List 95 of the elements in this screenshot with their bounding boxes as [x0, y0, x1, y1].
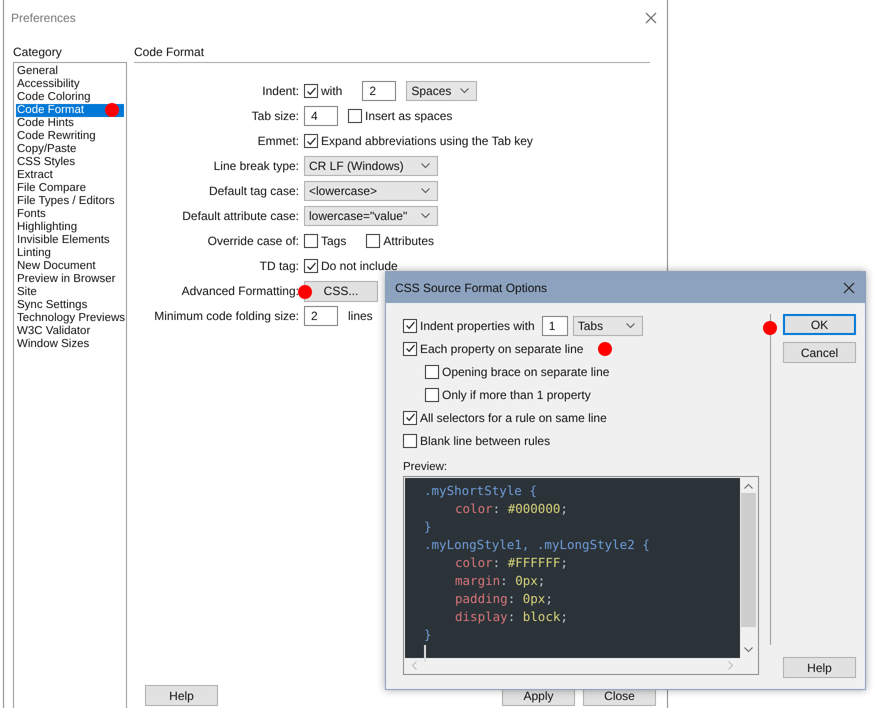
field-label: Emmet:	[256, 134, 299, 148]
section-title: Code Format	[134, 45, 650, 63]
checkbox[interactable]	[425, 388, 439, 402]
dialog-button[interactable]: Help	[783, 657, 856, 678]
field-label: Default attribute case:	[181, 209, 299, 223]
chevron-icon	[421, 188, 430, 194]
dialog-title: CSS Source Format Options	[395, 280, 548, 294]
chevron-icon	[421, 213, 430, 219]
category-item[interactable]: CSS Styles	[16, 156, 124, 169]
category-item[interactable]: Preview in Browser	[16, 273, 124, 286]
checkbox-label: Indent properties with	[420, 318, 535, 332]
checkbox-label: Do not include	[321, 259, 398, 273]
close-icon[interactable]	[843, 282, 855, 294]
field-label: Default tag case:	[208, 184, 299, 198]
category-item[interactable]: Code Format	[16, 104, 124, 117]
close-icon[interactable]	[645, 12, 657, 24]
checkbox-label: with	[321, 84, 342, 98]
field-label: Minimum code folding size:	[153, 309, 299, 323]
checkbox[interactable]	[403, 318, 417, 332]
dropdown[interactable]: <lowercase>	[304, 181, 438, 201]
category-item[interactable]: Invisible Elements	[16, 234, 124, 247]
checkbox-label: Blank line between rules	[420, 434, 550, 448]
chevron-icon	[421, 163, 430, 169]
checkbox-label: Attributes	[383, 234, 434, 248]
field-label: Line break type:	[212, 159, 299, 173]
checkbox[interactable]	[348, 109, 362, 123]
code-line: color: #000000;	[455, 501, 568, 516]
category-item[interactable]: Copy/Paste	[16, 143, 124, 156]
category-item[interactable]: W3C Validator	[16, 325, 124, 338]
code-line: color: #FFFFFF;	[455, 555, 568, 570]
code-line: }	[424, 627, 432, 642]
window-title: Preferences	[11, 11, 76, 25]
help-button[interactable]: Help	[145, 685, 218, 706]
category-item[interactable]: New Document	[16, 260, 124, 273]
field-label: Indent:	[261, 84, 299, 98]
checkbox[interactable]	[304, 84, 318, 98]
checkbox-label: Each property on separate line	[420, 342, 584, 356]
checkbox[interactable]	[403, 410, 417, 424]
checkbox[interactable]	[403, 434, 417, 448]
category-item[interactable]: General	[16, 65, 124, 78]
dialog-button[interactable]: Cancel	[783, 342, 856, 363]
checkbox-label: All selectors for a rule on same line	[420, 410, 607, 424]
checkbox[interactable]	[403, 342, 417, 356]
category-item[interactable]: Code Coloring	[16, 91, 124, 104]
input-field[interactable]: 4	[304, 106, 338, 126]
checkbox-label: Tags	[321, 234, 346, 248]
preview-label: Preview:	[403, 461, 448, 473]
code-line: .myLongStyle1, .myLongStyle2 {	[424, 537, 650, 552]
code-line: padding: 0px;	[455, 591, 553, 606]
scroll-down-icon[interactable]	[744, 647, 753, 653]
checkbox[interactable]	[366, 234, 380, 248]
checkbox[interactable]	[425, 364, 439, 378]
dialog-button[interactable]: OK	[783, 314, 856, 335]
field-label: TD tag:	[258, 259, 299, 273]
code-line: }	[424, 519, 432, 534]
checkbox[interactable]	[304, 134, 318, 148]
field-label: Advanced Formatting:	[180, 284, 299, 298]
checkbox-label: Only if more than 1 property	[442, 388, 591, 402]
input-field[interactable]: 1	[542, 316, 568, 336]
chevron-icon	[626, 322, 635, 328]
field-label: Tab size:	[250, 109, 299, 123]
category-item[interactable]: File Types / Editors	[16, 195, 124, 208]
category-item[interactable]: File Compare	[16, 182, 124, 195]
category-item[interactable]: Technology Previews	[16, 312, 124, 325]
category-item[interactable]: Sync Settings	[16, 299, 124, 312]
category-item[interactable]: Code Hints	[16, 117, 124, 130]
category-item[interactable]: Window Sizes	[16, 338, 124, 351]
checkbox[interactable]	[304, 259, 318, 273]
code-line: display: block;	[455, 609, 568, 624]
category-item[interactable]: Accessibility	[16, 78, 124, 91]
unit-label: lines	[348, 309, 373, 323]
category-item[interactable]: Fonts	[16, 208, 124, 221]
checkbox-label: Expand abbreviations using the Tab key	[321, 134, 533, 148]
code-line: margin: 0px;	[455, 573, 546, 588]
checkbox[interactable]	[304, 234, 318, 248]
category-item[interactable]: Code Rewriting	[16, 130, 124, 143]
input-field[interactable]: 2	[362, 81, 396, 101]
dropdown[interactable]: CR LF (Windows)	[304, 156, 438, 176]
code-line: .myShortStyle {	[424, 483, 537, 498]
input-field[interactable]: 2	[304, 306, 338, 326]
checkbox-label: Insert as spaces	[365, 109, 452, 123]
chevron-icon	[460, 88, 470, 94]
scroll-up-icon[interactable]	[744, 483, 753, 489]
category-item[interactable]: Highlighting	[16, 221, 124, 234]
category-item[interactable]: Site	[16, 286, 124, 299]
category-item[interactable]: Linting	[16, 247, 124, 260]
dropdown[interactable]: Tabs	[572, 316, 643, 336]
dropdown[interactable]: lowercase="value"	[304, 206, 438, 226]
field-label: Override case of:	[206, 234, 299, 248]
category-label: Category	[13, 45, 63, 59]
dropdown[interactable]: Spaces	[406, 81, 478, 101]
checkbox-label: Opening brace on separate line	[442, 364, 610, 378]
category-item[interactable]: Extract	[16, 169, 124, 182]
text-cursor	[424, 645, 426, 662]
css-button[interactable]: CSS...	[304, 280, 378, 302]
